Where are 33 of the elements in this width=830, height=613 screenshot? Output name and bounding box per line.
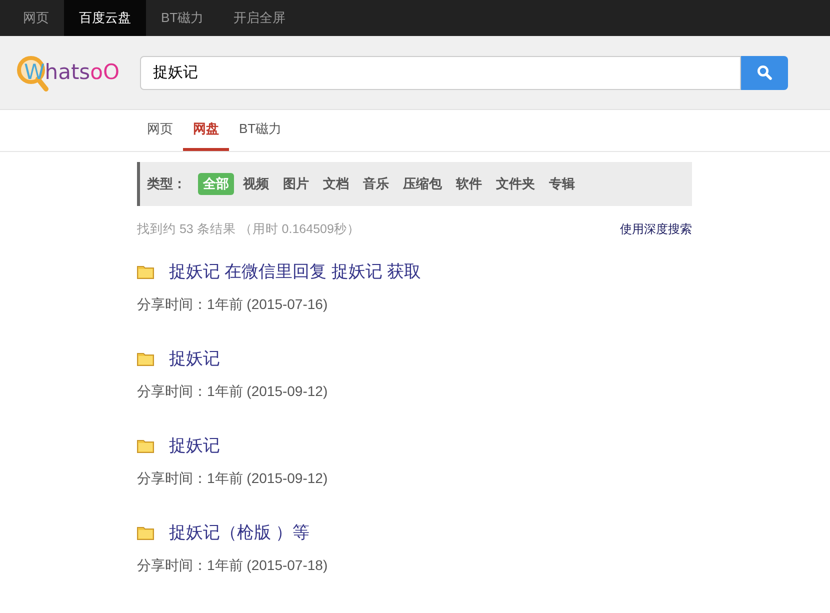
deep-search-link[interactable]: 使用深度搜索 bbox=[620, 220, 692, 238]
result-title-link[interactable]: 捉妖记 bbox=[169, 346, 220, 372]
result-stats: 找到约 53 条结果 （用时 0.164509秒） bbox=[137, 221, 360, 238]
search-button[interactable] bbox=[741, 56, 788, 90]
filter-option[interactable]: 专辑 bbox=[544, 173, 580, 195]
result-title-link[interactable]: 捉妖记 bbox=[169, 432, 220, 458]
search-field[interactable]: 捉妖记 bbox=[140, 56, 741, 90]
nav-link-item[interactable]: 百度云盘 bbox=[64, 0, 146, 36]
filter-label: 类型： bbox=[147, 175, 186, 194]
filter-option[interactable]: 软件 bbox=[451, 173, 487, 195]
search-icon bbox=[757, 65, 772, 80]
result-title-link[interactable]: 捉妖记 在微信里回复 捉妖记 获取 bbox=[169, 258, 422, 284]
filter-option[interactable]: 图片 bbox=[278, 173, 314, 195]
filter-option[interactable]: 文件夹 bbox=[491, 173, 540, 195]
result-title-link[interactable]: 捉妖记（枪版 ）等 bbox=[169, 520, 310, 546]
nav-link-item[interactable]: BT磁力 bbox=[146, 0, 219, 36]
folder-icon bbox=[137, 352, 154, 366]
filter-option[interactable]: 音乐 bbox=[358, 173, 394, 195]
nav-link-item[interactable]: 开启全屏 bbox=[218, 0, 301, 36]
search-tab[interactable]: 网盘 bbox=[183, 110, 229, 151]
folder-icon bbox=[137, 264, 154, 278]
filter-option[interactable]: 文档 bbox=[318, 173, 354, 195]
nav-link-item[interactable]: 网页 bbox=[8, 0, 64, 36]
search-tab[interactable]: BT磁力 bbox=[229, 110, 292, 151]
search-tab[interactable]: 网页 bbox=[137, 110, 183, 151]
share-time: 分享时间：1年前 (2015-07-18) bbox=[137, 556, 329, 576]
share-time: 分享时间：1年前 (2015-09-12) bbox=[137, 382, 329, 402]
share-time: 分享时间：1年前 (2015-07-16) bbox=[137, 295, 329, 314]
folder-icon bbox=[137, 438, 154, 452]
filter-option[interactable]: 压缩包 bbox=[398, 173, 447, 195]
share-time: 分享时间：1年前 (2015-09-12) bbox=[137, 469, 329, 488]
filter-option[interactable]: 视频 bbox=[238, 173, 274, 195]
folder-icon bbox=[137, 526, 154, 540]
